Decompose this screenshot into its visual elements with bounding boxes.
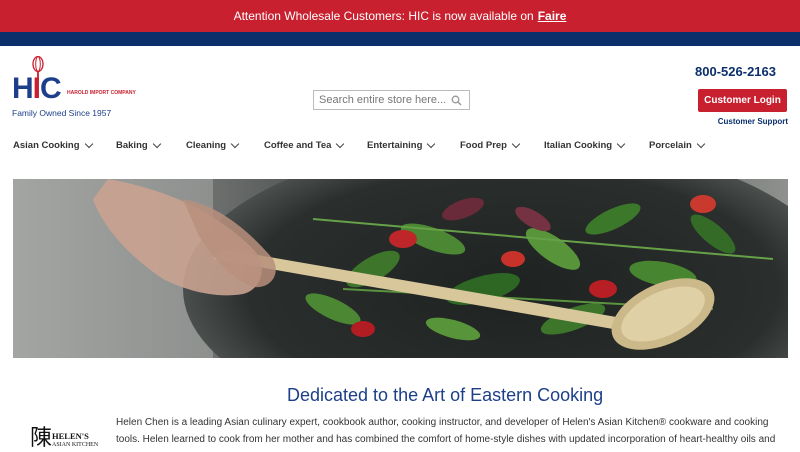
chevron-down-icon bbox=[696, 139, 706, 149]
header-band bbox=[0, 32, 800, 46]
chevron-down-icon bbox=[84, 139, 93, 149]
promo-banner: Attention Wholesale Customers: HIC is no… bbox=[0, 0, 800, 32]
customer-login-button[interactable]: Customer Login bbox=[698, 89, 787, 112]
hic-logo[interactable]: HIC HAROLD IMPORT COMPANY Family Owned S… bbox=[12, 56, 136, 118]
nav-item-baking[interactable]: Baking bbox=[116, 139, 161, 151]
chevron-down-icon bbox=[427, 139, 436, 149]
search-input[interactable] bbox=[314, 91, 446, 109]
faire-link[interactable]: Faire bbox=[538, 9, 567, 23]
chevron-down-icon bbox=[616, 139, 626, 149]
chevron-down-icon bbox=[152, 139, 161, 149]
intro-title: Dedicated to the Art of Eastern Cooking bbox=[287, 385, 604, 405]
nav-item-entertaining[interactable]: Entertaining bbox=[367, 139, 436, 151]
chevron-down-icon bbox=[511, 139, 521, 149]
nav-item-coffee-and-tea[interactable]: Coffee and Tea bbox=[264, 139, 345, 151]
site-header: HIC HAROLD IMPORT COMPANY Family Owned S… bbox=[0, 46, 800, 126]
intro-body-text: Helen Chen is a leading Asian culinary e… bbox=[116, 417, 776, 445]
chevron-down-icon bbox=[336, 139, 345, 149]
hero-image[interactable] bbox=[13, 179, 788, 358]
helens-asian-kitchen-logo[interactable]: 陳 HELEN'S ASIAN KITCHEN bbox=[30, 424, 106, 452]
wok-stir-fry-photo bbox=[13, 179, 788, 358]
nav-item-asian-cooking[interactable]: Asian Cooking bbox=[13, 139, 93, 151]
chevron-down-icon bbox=[230, 139, 240, 149]
logo-character: 陳 bbox=[30, 426, 53, 451]
nav-item-porcelain[interactable]: Porcelain bbox=[649, 139, 706, 151]
logo-initials: HIC bbox=[12, 72, 62, 105]
nav-item-italian-cooking[interactable]: Italian Cooking bbox=[544, 139, 626, 151]
logo-tagline: Family Owned Since 1957 bbox=[12, 108, 112, 118]
promo-text: Attention Wholesale Customers: HIC is no… bbox=[233, 9, 534, 23]
phone-number[interactable]: 800-526-2163 bbox=[695, 64, 776, 79]
nav-item-cleaning[interactable]: Cleaning bbox=[186, 139, 240, 151]
logo-company-name: HAROLD IMPORT COMPANY bbox=[67, 90, 136, 96]
nav-item-food-prep[interactable]: Food Prep bbox=[460, 139, 521, 151]
customer-support-link[interactable]: Customer Support bbox=[718, 117, 788, 126]
search-icon[interactable] bbox=[446, 91, 466, 109]
logo-asian-kitchen-text: ASIAN KITCHEN bbox=[52, 442, 99, 448]
search-box bbox=[313, 90, 470, 110]
logo-helens-text: HELEN'S bbox=[52, 431, 89, 441]
main-nav: Asian Cooking Baking Cleaning Coffee and… bbox=[0, 139, 800, 156]
